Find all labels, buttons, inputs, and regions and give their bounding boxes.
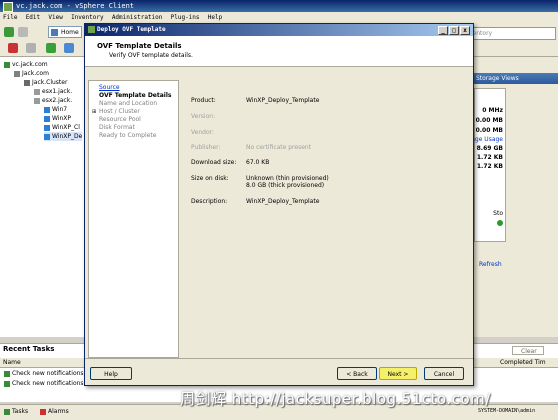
step-host-cluster: ⊞ Host / Cluster <box>92 108 140 115</box>
tree-node-host[interactable]: esx1.jack. <box>34 87 72 96</box>
size-on-disk-label: Size on disk: <box>191 175 229 182</box>
status-ok-icon <box>497 220 503 226</box>
refresh-link[interactable]: Refresh <box>479 261 502 268</box>
ovf-details: Product: WinXP_Deploy_Template Version: … <box>179 80 470 356</box>
pause-icon[interactable] <box>26 43 36 53</box>
tree-node-cluster[interactable]: Jack.Cluster <box>24 78 67 87</box>
vm-icon <box>44 124 50 131</box>
main-window-title-bar: vc.jack.com - vSphere Client <box>0 0 558 12</box>
download-size-value: 67.0 KB <box>246 159 270 166</box>
inventory-tree: vc.jack.com Jack.com Jack.Cluster esx1.j… <box>0 57 87 337</box>
tree-node-datacenter[interactable]: Jack.com <box>14 69 49 78</box>
stat-value: 0.00 MB <box>475 127 503 134</box>
step-disk-format: Disk Format <box>99 124 135 131</box>
alarms-button[interactable]: Alarms <box>40 408 69 415</box>
description-label: Description: <box>191 198 228 205</box>
product-label: Product: <box>191 97 216 104</box>
home-button[interactable]: Home <box>48 26 82 38</box>
stat-value: 8.69 GB <box>476 145 503 152</box>
datacenter-icon <box>14 70 20 77</box>
step-ovf-template-details: OVF Template Details <box>99 92 172 99</box>
publisher-label: Publisher: <box>191 144 221 151</box>
refresh-icon[interactable] <box>64 43 74 53</box>
tree-node-vm[interactable]: Win7 <box>44 105 67 114</box>
menu-view[interactable]: View <box>45 12 65 24</box>
publisher-value: No certificate present <box>246 144 312 151</box>
size-on-disk-thin: Unknown (thin provisioned) <box>246 175 329 182</box>
vm-icon <box>44 133 50 140</box>
task-icon <box>4 370 10 377</box>
next-button[interactable]: Next > <box>379 367 417 380</box>
expand-icon[interactable]: ⊞ <box>92 109 96 115</box>
inventory-search-input[interactable]: ventory <box>466 27 556 40</box>
dialog-divider <box>85 358 473 359</box>
page-subtitle: Verify OVF template details. <box>109 52 193 59</box>
tree-node-vm[interactable]: WinXP_Cl <box>44 123 80 132</box>
size-on-disk-thick: 8.0 GB (thick provisioned) <box>246 182 325 189</box>
vsphere-app-icon <box>3 2 13 12</box>
description-value: WinXP_Deploy_Template <box>246 198 320 205</box>
dialog-title: Deploy OVF Template <box>97 26 166 33</box>
product-value: WinXP_Deploy_Template <box>246 97 320 104</box>
vendor-label: Vendor: <box>191 129 214 136</box>
watermark-text: 周剑辉 http://jacksuper.blog.51cto.com/ <box>180 390 491 408</box>
deploy-ovf-dialog: Deploy OVF Template _ □ x OVF Template D… <box>84 23 474 386</box>
tree-node-vcenter[interactable]: vc.jack.com <box>4 60 48 69</box>
tasks-button[interactable]: Tasks <box>4 408 28 415</box>
column-completed-time[interactable]: Completed Tim <box>500 358 546 367</box>
stat-value: 1.72 KB <box>476 163 503 170</box>
forward-nav-icon[interactable] <box>18 27 28 37</box>
vcenter-icon <box>4 61 10 68</box>
stat-value: 0 MHz <box>482 107 503 114</box>
home-label: Home <box>61 29 79 36</box>
column-name[interactable]: Name <box>3 358 21 367</box>
step-ready-to-complete: Ready to Complete <box>99 132 157 139</box>
minimize-icon[interactable]: _ <box>438 26 448 35</box>
menu-edit[interactable]: Edit <box>23 12 43 24</box>
tree-node-host[interactable]: esx2.jack. <box>34 96 72 105</box>
menu-file[interactable]: File <box>0 12 20 24</box>
cluster-icon <box>24 79 30 86</box>
dialog-title-bar: Deploy OVF Template _ □ x <box>85 24 473 36</box>
vm-icon <box>44 106 50 113</box>
storage-label: Sto <box>493 210 503 217</box>
main-window-title: vc.jack.com - vSphere Client <box>16 2 135 10</box>
tree-node-vm-selected[interactable]: WinXP_De <box>44 132 83 141</box>
step-name-location: Name and Location <box>99 100 158 107</box>
tab-storage-views[interactable]: Storage Views <box>470 73 558 84</box>
host-icon <box>34 97 40 104</box>
close-icon[interactable]: x <box>460 26 470 35</box>
recent-tasks-title: Recent Tasks <box>3 345 55 353</box>
maximize-icon[interactable]: □ <box>449 26 459 35</box>
play-icon[interactable] <box>46 43 56 53</box>
cancel-button[interactable]: Cancel <box>424 367 464 380</box>
dialog-app-icon <box>88 26 95 33</box>
clear-button[interactable]: Clear <box>512 346 544 355</box>
vm-icon <box>44 115 50 122</box>
help-button[interactable]: Help <box>90 367 132 380</box>
tree-node-vm[interactable]: WinXP <box>44 114 71 123</box>
task-icon <box>4 380 10 387</box>
alarm-icon <box>40 408 46 415</box>
download-size-label: Download size: <box>191 159 237 166</box>
stat-link[interactable]: age Usage <box>471 136 503 143</box>
wizard-steps: Source OVF Template Details Name and Loc… <box>88 80 179 358</box>
home-icon <box>51 29 58 36</box>
stat-value: 1.72 KB <box>476 154 503 161</box>
back-button[interactable]: < Back <box>337 367 377 380</box>
page-title: OVF Template Details <box>97 42 182 50</box>
host-icon <box>34 88 40 95</box>
stop-icon[interactable] <box>8 43 18 53</box>
version-label: Version: <box>191 113 216 120</box>
back-nav-icon[interactable] <box>4 27 14 37</box>
tasks-icon <box>4 408 10 415</box>
step-resource-pool: Resource Pool <box>99 116 141 123</box>
step-source[interactable]: Source <box>99 84 120 91</box>
resource-stats: 0 MHz 0.00 MB 0.00 MB age Usage 8.69 GB … <box>471 88 506 242</box>
table-row[interactable]: Check new notifications <box>4 370 84 377</box>
table-row[interactable]: Check new notifications <box>4 380 84 387</box>
stat-value: 0.00 MB <box>475 117 503 124</box>
